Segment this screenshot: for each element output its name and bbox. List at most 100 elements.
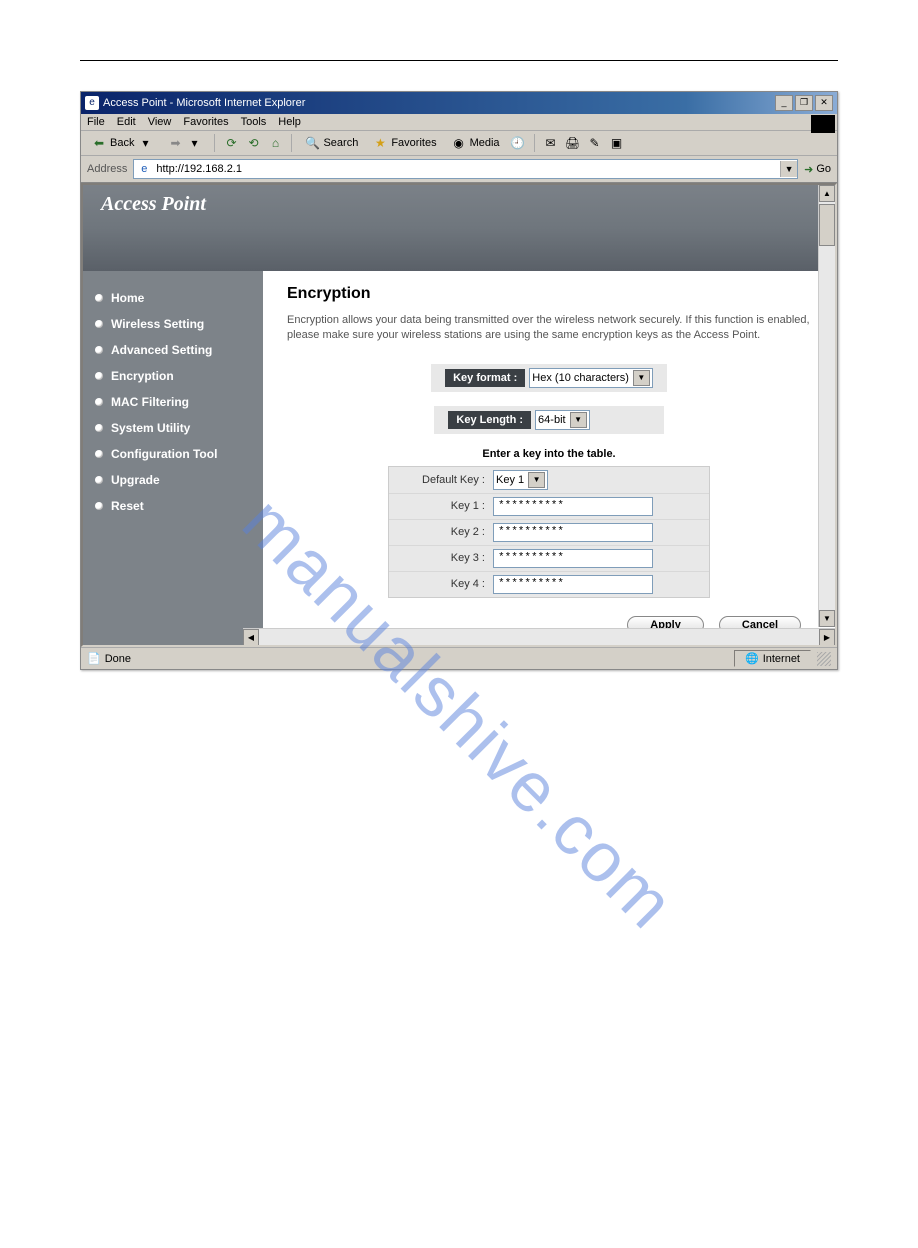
address-bar: Address e http://192.168.2.1 ▼ ➜ Go bbox=[81, 156, 837, 183]
sidebar-item-configtool[interactable]: Configuration Tool bbox=[93, 441, 253, 467]
page-icon: e bbox=[136, 161, 152, 177]
search-button[interactable]: 🔍 Search bbox=[300, 134, 362, 152]
edit-icon[interactable]: ✎ bbox=[587, 135, 603, 151]
separator bbox=[534, 134, 535, 152]
forward-icon: ➡ bbox=[167, 135, 183, 151]
address-text[interactable]: http://192.168.2.1 bbox=[154, 163, 780, 175]
horizontal-scrollbar[interactable]: ◀ ▶ bbox=[243, 628, 835, 645]
ie-icon: e bbox=[85, 96, 99, 110]
back-icon: ⬅ bbox=[91, 135, 107, 151]
table-heading: Enter a key into the table. bbox=[287, 448, 811, 460]
address-label: Address bbox=[87, 163, 127, 175]
key-table: Default Key : Key 1 ▼ Key 1 : Key 2 : bbox=[388, 466, 710, 598]
scroll-left-icon[interactable]: ◀ bbox=[243, 629, 259, 646]
vertical-scrollbar[interactable]: ▲ ▼ bbox=[818, 185, 835, 627]
key4-input[interactable] bbox=[493, 575, 653, 594]
content-frame: Access Point Home Wireless Setting Advan… bbox=[81, 183, 837, 647]
browser-window: e Access Point - Microsoft Internet Expl… bbox=[80, 91, 838, 670]
key-length-select[interactable]: 64-bit ▼ bbox=[535, 410, 590, 430]
key-format-select[interactable]: Hex (10 characters) ▼ bbox=[529, 368, 653, 388]
sidebar-item-advanced[interactable]: Advanced Setting bbox=[93, 337, 253, 363]
stop-icon[interactable]: ⟳ bbox=[223, 135, 239, 151]
bullet-icon bbox=[95, 502, 103, 510]
close-button[interactable]: ✕ bbox=[815, 95, 833, 111]
dropdown-icon: ▼ bbox=[570, 412, 587, 428]
dropdown-icon: ▼ bbox=[528, 472, 545, 488]
bullet-icon bbox=[95, 398, 103, 406]
bullet-icon bbox=[95, 476, 103, 484]
key3-input[interactable] bbox=[493, 549, 653, 568]
separator bbox=[214, 134, 215, 152]
separator bbox=[291, 134, 292, 152]
sidebar-item-macfiltering[interactable]: MAC Filtering bbox=[93, 389, 253, 415]
key-format-label: Key format : bbox=[445, 369, 525, 387]
status-icon: 📄 bbox=[87, 652, 101, 665]
scroll-right-icon[interactable]: ▶ bbox=[819, 629, 835, 646]
sidebar-item-upgrade[interactable]: Upgrade bbox=[93, 467, 253, 493]
page-heading: Encryption bbox=[287, 285, 811, 303]
go-icon: ➜ bbox=[804, 163, 813, 176]
menu-edit[interactable]: Edit bbox=[117, 116, 136, 128]
menu-file[interactable]: File bbox=[87, 116, 105, 128]
key2-input[interactable] bbox=[493, 523, 653, 542]
refresh-icon[interactable]: ⟲ bbox=[245, 135, 261, 151]
search-icon: 🔍 bbox=[304, 135, 320, 151]
menubar: File Edit View Favorites Tools Help ⊞ bbox=[81, 114, 837, 131]
back-button[interactable]: ⬅ Back ▾ bbox=[87, 134, 157, 152]
default-key-label: Default Key : bbox=[395, 474, 493, 486]
back-dropdown-icon: ▾ bbox=[137, 135, 153, 151]
key3-label: Key 3 : bbox=[395, 552, 493, 564]
print-icon[interactable]: 🖨 bbox=[565, 135, 581, 151]
dropdown-icon: ▼ bbox=[633, 370, 650, 386]
page-description: Encryption allows your data being transm… bbox=[287, 313, 811, 344]
zone-indicator: 🌐 Internet bbox=[734, 650, 811, 667]
sidebar-item-wireless[interactable]: Wireless Setting bbox=[93, 311, 253, 337]
status-text: Done bbox=[105, 653, 131, 665]
favorites-icon: ★ bbox=[372, 135, 388, 151]
internet-zone-icon: 🌐 bbox=[745, 652, 759, 665]
statusbar: 📄 Done 🌐 Internet bbox=[81, 647, 837, 669]
discuss-icon[interactable]: ▣ bbox=[609, 135, 625, 151]
menu-help[interactable]: Help bbox=[278, 116, 301, 128]
menu-favorites[interactable]: Favorites bbox=[183, 116, 228, 128]
forward-button[interactable]: ➡ ▾ bbox=[163, 134, 206, 152]
bullet-icon bbox=[95, 346, 103, 354]
minimize-button[interactable]: _ bbox=[775, 95, 793, 111]
sidebar-item-systemutility[interactable]: System Utility bbox=[93, 415, 253, 441]
resize-grip-icon[interactable] bbox=[817, 652, 831, 666]
bullet-icon bbox=[95, 320, 103, 328]
go-button[interactable]: ➜ Go bbox=[804, 163, 831, 176]
home-icon[interactable]: ⌂ bbox=[267, 135, 283, 151]
page-brand: Access Point bbox=[83, 185, 835, 271]
main-content: Encryption Encryption allows your data b… bbox=[263, 271, 835, 647]
mail-icon[interactable]: ✉ bbox=[543, 135, 559, 151]
favorites-button[interactable]: ★ Favorites bbox=[368, 134, 440, 152]
address-input[interactable]: e http://192.168.2.1 ▼ bbox=[133, 159, 798, 179]
address-dropdown-icon[interactable]: ▼ bbox=[780, 161, 797, 177]
menu-view[interactable]: View bbox=[148, 116, 172, 128]
history-icon[interactable]: 🕘 bbox=[510, 135, 526, 151]
key-length-label: Key Length : bbox=[448, 411, 531, 429]
scroll-down-icon[interactable]: ▼ bbox=[819, 610, 835, 627]
key2-label: Key 2 : bbox=[395, 526, 493, 538]
media-button[interactable]: ◉ Media bbox=[447, 134, 504, 152]
default-key-select[interactable]: Key 1 ▼ bbox=[493, 470, 548, 490]
restore-button[interactable]: ❐ bbox=[795, 95, 813, 111]
scroll-thumb[interactable] bbox=[819, 204, 835, 246]
toolbar: ⬅ Back ▾ ➡ ▾ ⟳ ⟲ ⌂ 🔍 Search ★ Favorites … bbox=[81, 131, 837, 156]
sidebar-item-reset[interactable]: Reset bbox=[93, 493, 253, 519]
bullet-icon bbox=[95, 372, 103, 380]
key4-label: Key 4 : bbox=[395, 578, 493, 590]
forward-dropdown-icon: ▾ bbox=[186, 135, 202, 151]
bullet-icon bbox=[95, 294, 103, 302]
windows-logo-icon: ⊞ bbox=[811, 115, 835, 133]
bullet-icon bbox=[95, 450, 103, 458]
sidebar-item-home[interactable]: Home bbox=[93, 285, 253, 311]
titlebar: e Access Point - Microsoft Internet Expl… bbox=[81, 92, 837, 114]
media-icon: ◉ bbox=[451, 135, 467, 151]
key1-input[interactable] bbox=[493, 497, 653, 516]
scroll-up-icon[interactable]: ▲ bbox=[819, 185, 835, 202]
window-title: Access Point - Microsoft Internet Explor… bbox=[103, 97, 305, 109]
menu-tools[interactable]: Tools bbox=[241, 116, 267, 128]
sidebar-item-encryption[interactable]: Encryption bbox=[93, 363, 253, 389]
